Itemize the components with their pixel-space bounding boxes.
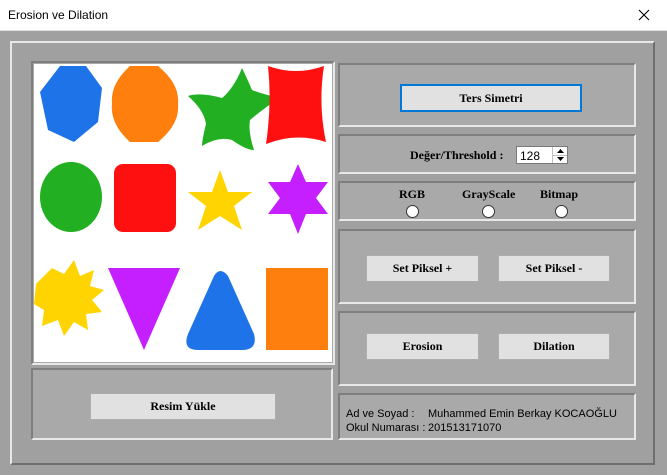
arrow-down-icon [556,157,564,161]
green-star [188,68,280,150]
shapes-image [34,66,328,350]
close-button[interactable] [621,0,667,30]
grayscale-radio[interactable] [482,205,495,218]
dilation-button[interactable]: Dilation [498,333,610,360]
spinner-down-button[interactable] [553,155,567,163]
set-pixel-minus-button[interactable]: Set Piksel - [498,255,610,282]
window-title: Erosion ve Dilation [8,8,109,22]
yellow-burst [34,260,104,336]
title-bar: Erosion ve Dilation [0,0,667,31]
purple-triangle [108,268,180,350]
spinner-arrows [552,147,567,163]
threshold-value[interactable]: 128 [520,149,540,163]
blue-rounded-triangle [186,271,255,350]
rgb-label: RGB [399,187,426,201]
number-value: 201513171070 [428,422,502,434]
load-image-button[interactable]: Resim Yükle [90,393,276,420]
arrow-up-icon [556,149,564,153]
yellow-star [188,170,252,230]
green-ellipse [40,162,102,232]
close-icon [638,9,650,21]
number-label: Okul Numarası : [346,422,426,434]
red-rounded-square [266,66,326,144]
grayscale-label: GrayScale [462,187,516,201]
threshold-spinner[interactable]: 128 [516,146,568,164]
orange-octagon [111,66,179,142]
threshold-label: Değer/Threshold : [410,148,504,162]
rgb-radio[interactable] [406,205,419,218]
orange-rectangle [266,268,328,350]
mirror-button[interactable]: Ters Simetri [400,84,582,112]
erosion-button[interactable]: Erosion [366,333,479,360]
name-value: Muhammed Emin Berkay KOCAOĞLU [428,408,617,420]
picture-box [34,64,332,362]
name-label: Ad ve Soyad : [346,408,415,420]
set-pixel-plus-button[interactable]: Set Piksel + [366,255,479,282]
bitmap-label: Bitmap [540,187,579,201]
purple-six-point-star [268,164,328,234]
bitmap-radio[interactable] [555,205,568,218]
red-rounded-rect [114,164,176,232]
blue-heptagon [40,66,102,142]
